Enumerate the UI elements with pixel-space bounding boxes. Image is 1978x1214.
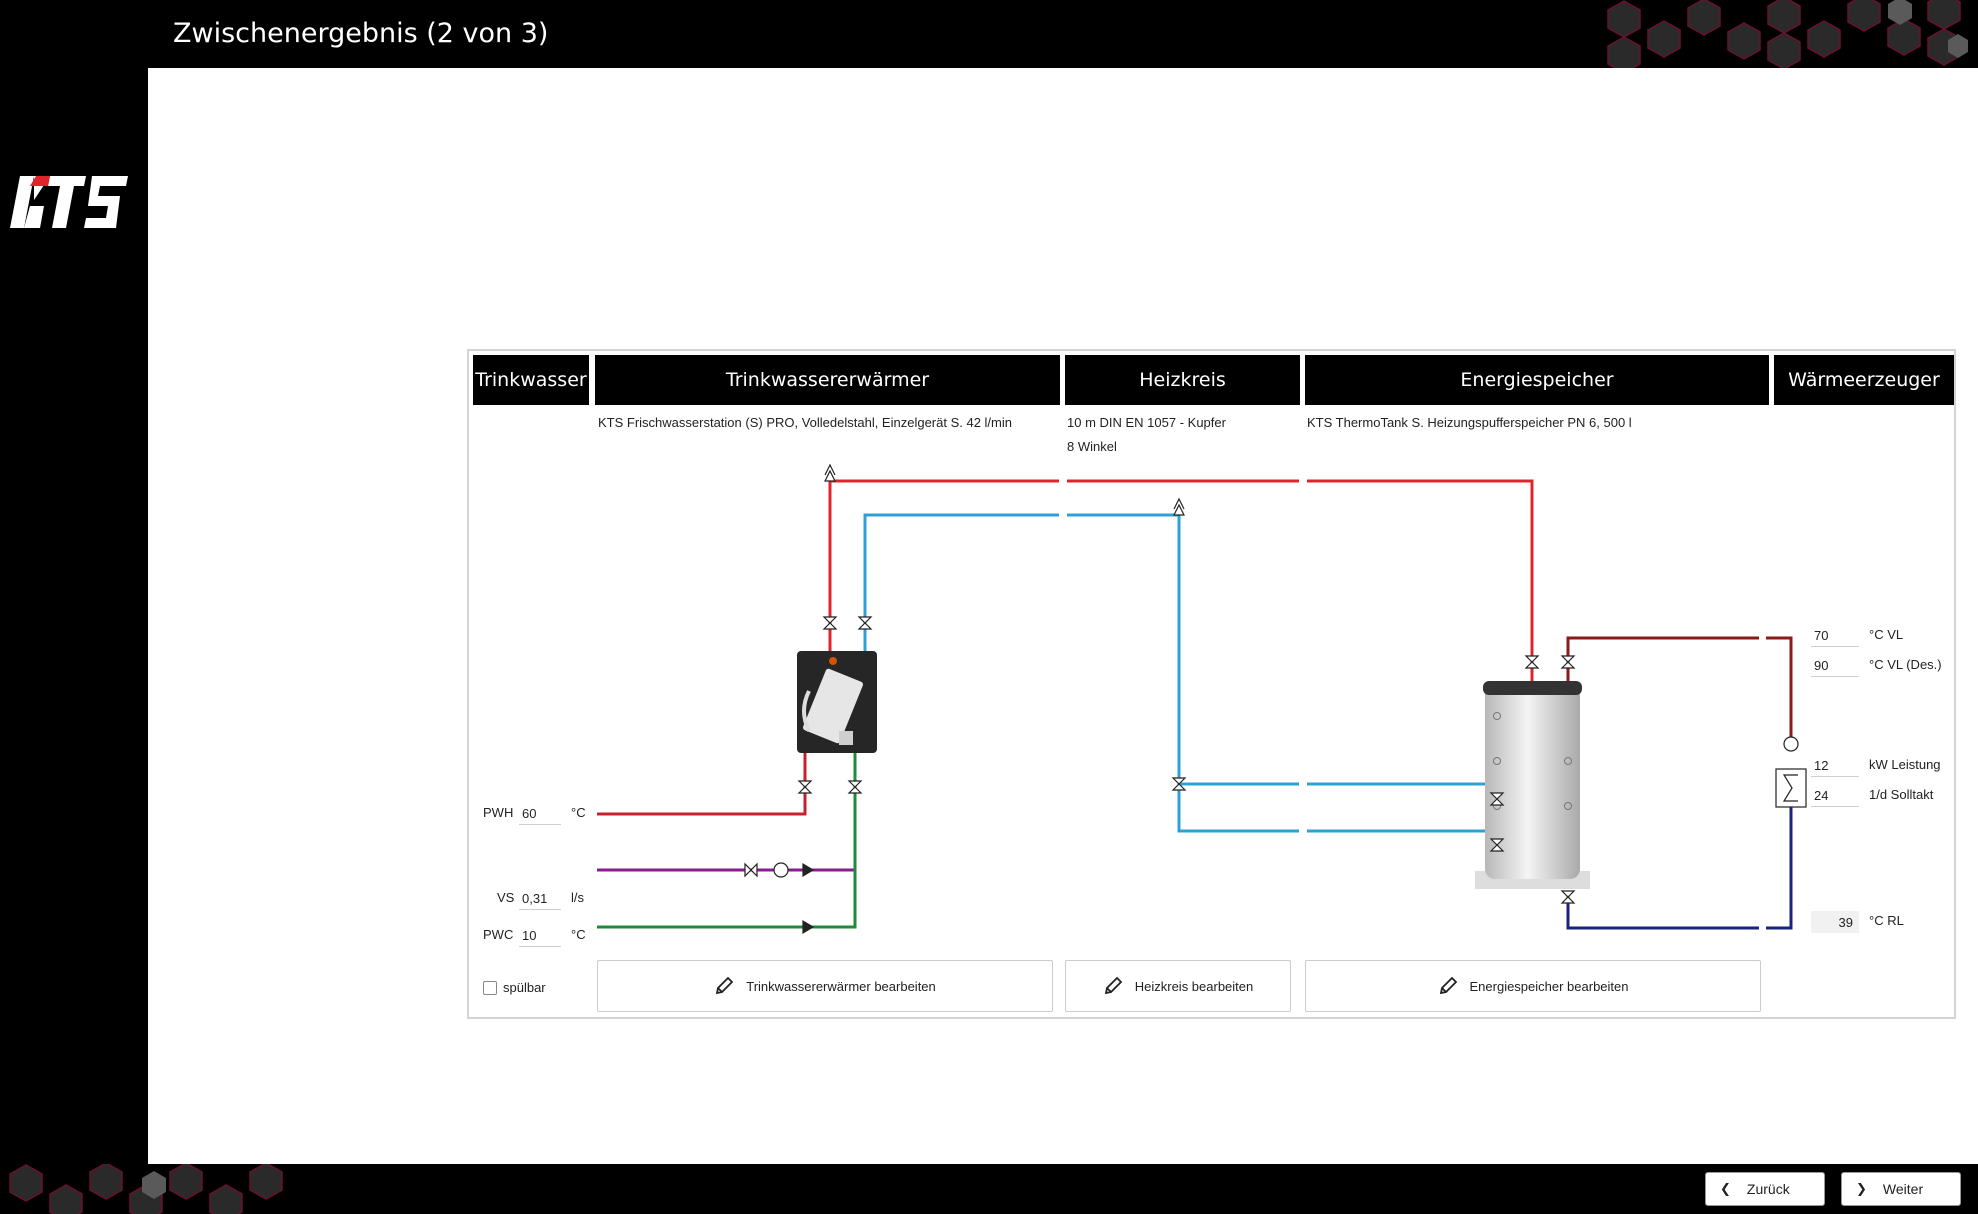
back-button[interactable]: ❮ Zurück [1705,1172,1825,1206]
pipe-hot-main-3 [1307,479,1534,684]
solltakt-input[interactable] [1811,785,1859,807]
pwc-unit: °C [571,927,586,942]
kts-logo [10,176,128,228]
chevron-right-icon: ❯ [1856,1181,1867,1196]
valve-icon [1560,655,1576,669]
page-title: Zwischenergebnis (2 von 3) [173,18,549,49]
leistung-input[interactable] [1811,755,1859,777]
frischwasserstation-device [797,651,877,753]
valve-icon [1560,890,1576,904]
pencil-icon [1104,976,1123,995]
pipe-generator-return-2 [1766,801,1793,930]
spuelbar-label: spülbar [503,980,546,995]
vs-input[interactable] [519,888,561,910]
schema-panel: Trinkwasser Trinkwassererwärmer Heizkrei… [467,349,1956,1019]
edit-erwaermer-button[interactable]: Trinkwassererwärmer bearbeiten [597,960,1053,1012]
hexagon-pattern [9,1164,283,1214]
spuelbar-checkbox[interactable] [483,980,497,995]
valve-icon [744,862,758,878]
pencil-icon [1439,976,1457,995]
vl-des-unit: °C VL (Des.) [1869,657,1942,672]
pwh-unit: °C [571,805,586,820]
valve-icon [857,616,873,630]
pipe-generator-flow [1566,636,1759,684]
vl-des-input[interactable] [1811,655,1859,677]
pwh-label: PWH [483,805,514,820]
valve-icon [1524,655,1540,669]
pump-icon [1783,736,1799,752]
solltakt-unit: 1/d Solltakt [1869,787,1934,802]
check-valve-icon [802,919,815,935]
check-valve-icon [802,862,815,878]
rl-readout [1811,911,1859,933]
pwc-input[interactable] [519,925,561,947]
pwc-label: PWC [483,927,514,942]
air-vent-icon [1173,497,1185,516]
chevron-left-icon: ❮ [1720,1181,1731,1196]
vl-input[interactable] [1811,625,1859,647]
valve-icon [797,780,813,794]
valve-icon [822,616,838,630]
leistung-unit: kW Leistung [1869,757,1941,772]
title-bar: Zwischenergebnis (2 von 3) [0,0,1978,68]
vl-unit: °C VL [1869,627,1904,642]
main-content: Trinkwasser Trinkwassererwärmer Heizkrei… [148,68,1978,1164]
spuelbar-checkbox-row[interactable]: spülbar [483,980,546,995]
vs-unit: l/s [571,890,584,905]
next-button[interactable]: ❯ Weiter [1841,1172,1961,1206]
bottom-bar [0,1164,1978,1214]
valve-icon [847,780,863,794]
pipe-generator-return [1566,891,1759,930]
edit-erwaermer-label: Trinkwassererwärmer bearbeiten [746,978,936,994]
edit-heizkreis-label: Heizkreis bearbeiten [1134,978,1254,994]
hydraulic-schema [597,463,1807,935]
edit-heizkreis-button[interactable]: Heizkreis bearbeiten [1065,960,1291,1012]
pipe-generator-flow-2 [1766,636,1793,743]
pufferspeicher-tank [1475,681,1590,889]
sidebar [0,68,148,1164]
vs-label: VS [497,890,515,905]
pipe-return-station [863,513,1059,684]
pipe-pwc [597,751,857,929]
pencil-icon [716,976,734,995]
pump-icon [773,862,789,878]
edit-speicher-button[interactable]: Energiespeicher bearbeiten [1305,960,1761,1012]
next-button-label: Weiter [1882,1181,1924,1197]
edit-speicher-label: Energiespeicher bearbeiten [1469,978,1629,994]
pipe-pwh [597,751,807,816]
hexagon-pattern [1607,0,1968,68]
air-vent-icon [824,463,836,482]
back-button-label: Zurück [1746,1181,1790,1197]
rl-unit: °C RL [1869,913,1904,928]
pwh-input[interactable] [519,803,561,825]
